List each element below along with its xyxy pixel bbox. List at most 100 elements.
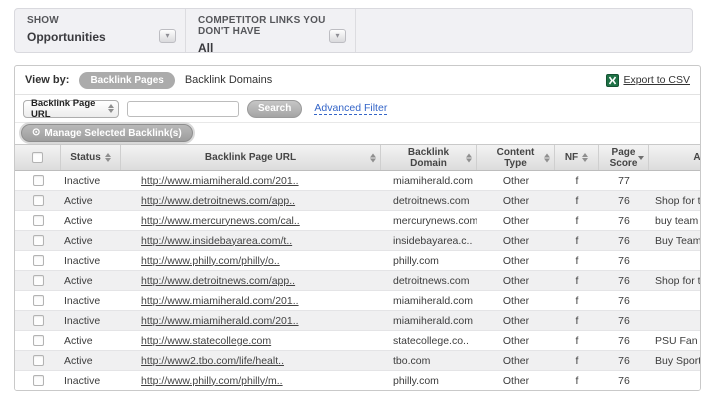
table-row: Inactive http://www.miamiherald.com/201.… [15, 171, 701, 191]
export-to-csv[interactable]: Export to CSV [606, 66, 690, 94]
row-page-score: 76 [599, 295, 649, 307]
row-domain: miamiherald.com [381, 175, 477, 187]
row-status: Active [61, 355, 121, 367]
backlink-page-url-link[interactable]: http://www2.tbo.com/life/healt.. [141, 355, 284, 367]
backlinks-panel: View by: Backlink Pages Backlink Domains… [14, 65, 701, 391]
row-page-score: 76 [599, 255, 649, 267]
tab-backlink-pages[interactable]: Backlink Pages [79, 72, 174, 89]
gear-circle-icon: ⊙ [32, 128, 40, 138]
row-checkbox[interactable] [33, 195, 44, 206]
row-content-type: Other [477, 175, 555, 187]
row-content-type: Other [477, 275, 555, 287]
row-anchor-text: Buy Sport [649, 355, 701, 367]
row-anchor-text: Shop for t [649, 195, 701, 207]
row-domain: detroitnews.com [381, 275, 477, 287]
row-page-score: 76 [599, 335, 649, 347]
backlink-page-url-link[interactable]: http://www.miamiherald.com/201.. [141, 175, 299, 187]
column-page-score[interactable]: Page Score [599, 145, 649, 170]
row-checkbox[interactable] [33, 275, 44, 286]
column-select-all[interactable] [15, 145, 61, 170]
manage-selected-label: Manage Selected Backlink(s) [44, 128, 181, 139]
row-content-type: Other [477, 195, 555, 207]
row-domain: mercurynews.com [381, 215, 477, 227]
row-checkbox-cell [15, 275, 61, 286]
manage-selected-button[interactable]: ⊙ Manage Selected Backlink(s) [21, 124, 193, 142]
row-checkbox[interactable] [33, 355, 44, 366]
backlink-page-url-link[interactable]: http://www.detroitnews.com/app.. [141, 195, 295, 207]
column-backlink-domain[interactable]: Backlink Domain [381, 145, 477, 170]
row-anchor-text: buy team [649, 215, 701, 227]
backlink-page-url-link[interactable]: http://www.philly.com/philly/o.. [141, 255, 280, 267]
table-row: Active http://www.detroitnews.com/app.. … [15, 191, 701, 211]
filter-bar: SHOW Opportunities ▾ COMPETITOR LINKS YO… [14, 8, 693, 53]
search-button[interactable]: Search [247, 100, 302, 118]
row-content-type: Other [477, 295, 555, 307]
backlink-page-url-link[interactable]: http://www.statecollege.com [141, 335, 271, 347]
row-checkbox[interactable] [33, 315, 44, 326]
view-by-label: View by: [25, 74, 69, 86]
row-content-type: Other [477, 255, 555, 267]
row-checkbox-cell [15, 375, 61, 386]
table-row: Inactive http://www.philly.com/philly/o.… [15, 251, 701, 271]
row-content-type: Other [477, 215, 555, 227]
row-page-score: 76 [599, 315, 649, 327]
row-nf: f [555, 375, 599, 387]
search-row: Backlink Page URL Search Advanced Filter [15, 95, 700, 123]
sort-icon [466, 153, 472, 162]
row-status: Active [61, 195, 121, 207]
row-checkbox-cell [15, 255, 61, 266]
competitor-filter-value: All [198, 41, 345, 55]
search-input[interactable] [127, 101, 239, 117]
backlink-page-url-link[interactable]: http://www.miamiherald.com/201.. [141, 295, 299, 307]
select-arrows-icon [108, 104, 114, 113]
advanced-filter-link[interactable]: Advanced Filter [314, 102, 387, 115]
row-domain: insidebayarea.c.. [381, 235, 477, 247]
row-nf: f [555, 315, 599, 327]
row-nf: f [555, 215, 599, 227]
row-content-type: Other [477, 335, 555, 347]
sort-desc-icon [638, 156, 644, 160]
backlink-page-url-link[interactable]: http://www.mercurynews.com/cal.. [141, 215, 300, 227]
competitor-dropdown-button[interactable]: ▾ [329, 29, 346, 43]
column-status[interactable]: Status [61, 145, 121, 170]
backlink-page-url-link[interactable]: http://www.insidebayarea.com/t.. [141, 235, 292, 247]
row-url-cell: http://www.philly.com/philly/o.. [121, 255, 381, 267]
sort-icon [582, 153, 588, 162]
row-nf: f [555, 275, 599, 287]
row-checkbox[interactable] [33, 375, 44, 386]
backlink-page-url-link[interactable]: http://www.miamiherald.com/201.. [141, 315, 299, 327]
row-checkbox[interactable] [33, 295, 44, 306]
row-status: Active [61, 215, 121, 227]
row-domain: miamiherald.com [381, 315, 477, 327]
show-dropdown-button[interactable]: ▾ [159, 29, 176, 43]
tab-backlink-domains[interactable]: Backlink Domains [185, 74, 272, 86]
table-row: Active http://www.detroitnews.com/app.. … [15, 271, 701, 291]
select-all-checkbox[interactable] [32, 152, 43, 163]
row-url-cell: http://www.miamiherald.com/201.. [121, 175, 381, 187]
sort-icon [370, 153, 376, 162]
row-status: Inactive [61, 175, 121, 187]
row-content-type: Other [477, 235, 555, 247]
column-content-type[interactable]: Content Type [477, 145, 555, 170]
backlink-page-url-link[interactable]: http://www.detroitnews.com/app.. [141, 275, 295, 287]
export-to-csv-link[interactable]: Export to CSV [623, 74, 690, 86]
row-checkbox[interactable] [33, 255, 44, 266]
row-url-cell: http://www.philly.com/philly/m.. [121, 375, 381, 387]
row-status: Active [61, 335, 121, 347]
row-checkbox[interactable] [33, 235, 44, 246]
row-checkbox[interactable] [33, 215, 44, 226]
column-nf[interactable]: NF [555, 145, 599, 170]
row-url-cell: http://www.statecollege.com [121, 335, 381, 347]
row-checkbox[interactable] [33, 175, 44, 186]
column-backlink-page-url[interactable]: Backlink Page URL [121, 145, 381, 170]
row-status: Active [61, 275, 121, 287]
column-anchor[interactable]: A [649, 145, 701, 170]
row-nf: f [555, 175, 599, 187]
backlink-page-url-link[interactable]: http://www.philly.com/philly/m.. [141, 375, 283, 387]
search-field-select[interactable]: Backlink Page URL [23, 100, 119, 118]
row-url-cell: http://www2.tbo.com/life/healt.. [121, 355, 381, 367]
row-checkbox[interactable] [33, 335, 44, 346]
row-anchor-text: PSU Fan [649, 335, 701, 347]
row-checkbox-cell [15, 295, 61, 306]
row-url-cell: http://www.mercurynews.com/cal.. [121, 215, 381, 227]
